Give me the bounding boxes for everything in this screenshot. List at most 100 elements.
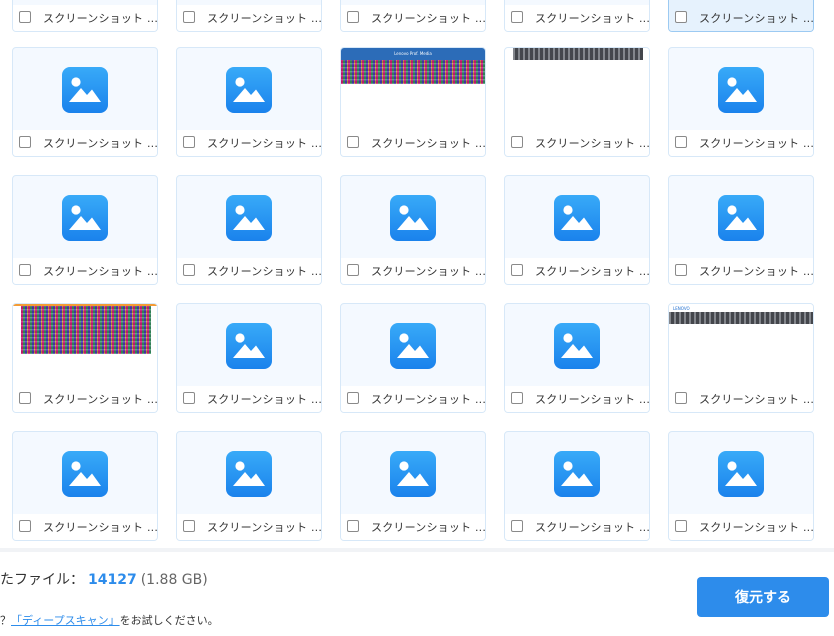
image-placeholder-icon	[554, 194, 600, 241]
file-checkbox[interactable]	[19, 392, 31, 404]
file-card-footer: スクリーンショット ...	[13, 514, 157, 540]
file-card[interactable]: スクリーンショット ...	[176, 175, 322, 285]
total-files-summary: たファイル： 14127 (1.88 GB)	[0, 569, 208, 589]
file-name: スクリーンショット ...	[371, 393, 486, 406]
file-thumbnail	[669, 432, 813, 515]
file-card[interactable]: スクリーンショット ...	[504, 431, 650, 541]
file-card[interactable]: スクリーンショット ...	[668, 175, 814, 285]
file-card[interactable]: スクリーンショット ...	[504, 0, 650, 32]
file-card[interactable]: LENOVO スクリーンショット ...	[668, 303, 814, 413]
file-checkbox[interactable]	[183, 392, 195, 404]
file-checkbox[interactable]	[19, 520, 31, 532]
restore-button[interactable]: 復元する	[697, 577, 829, 617]
file-card[interactable]: スクリーンショット ...	[176, 0, 322, 32]
file-card-footer: スクリーンショット ...	[669, 258, 813, 284]
file-card-footer: スクリーンショット ...	[341, 514, 485, 540]
file-checkbox[interactable]	[183, 136, 195, 148]
file-name: スクリーンショット ...	[371, 137, 486, 150]
file-name: スクリーンショット ...	[207, 393, 322, 406]
preview-content	[21, 306, 151, 354]
deep-scan-link[interactable]: 「ディープスキャン」	[11, 614, 120, 627]
file-card[interactable]: スクリーンショット ...	[668, 0, 814, 32]
file-checkbox[interactable]	[347, 520, 359, 532]
file-thumbnail	[341, 432, 485, 515]
file-card-footer: スクリーンショット ...	[505, 258, 649, 284]
image-placeholder-icon	[718, 450, 764, 497]
file-checkbox[interactable]	[19, 264, 31, 276]
file-checkbox[interactable]	[19, 136, 31, 148]
file-name: スクリーンショット ...	[535, 521, 650, 534]
preview-title: Lenovo Prof. Media	[394, 51, 432, 56]
file-card[interactable]: スクリーンショット ...	[176, 47, 322, 157]
file-checkbox[interactable]	[675, 11, 687, 23]
file-checkbox[interactable]	[347, 11, 359, 23]
file-checkbox[interactable]	[347, 392, 359, 404]
file-checkbox[interactable]	[511, 264, 523, 276]
file-name: スクリーンショット ...	[699, 393, 814, 406]
file-card-footer: スクリーンショット ...	[177, 5, 321, 31]
file-card[interactable]: スクリーンショット ...	[12, 303, 158, 413]
image-placeholder-icon	[226, 450, 272, 497]
file-card[interactable]: スクリーンショット ...	[12, 47, 158, 157]
file-card[interactable]: スクリーンショット ...	[12, 431, 158, 541]
file-checkbox[interactable]	[511, 136, 523, 148]
file-thumbnail	[177, 432, 321, 515]
file-checkbox[interactable]	[511, 11, 523, 23]
file-checkbox[interactable]	[19, 11, 31, 23]
deep-scan-tip: ？「ディープスキャン」をお試しください。	[0, 612, 219, 628]
file-name: スクリーンショット ...	[207, 265, 322, 278]
file-card[interactable]: スクリーンショット ...	[340, 431, 486, 541]
file-thumbnail	[669, 48, 813, 131]
file-checkbox[interactable]	[511, 520, 523, 532]
file-name: スクリーンショット ...	[699, 521, 814, 534]
image-placeholder-icon	[390, 450, 436, 497]
file-card[interactable]: スクリーンショット ...	[12, 0, 158, 32]
total-files-size: (1.88 GB)	[140, 572, 208, 588]
file-checkbox[interactable]	[511, 392, 523, 404]
file-card-footer: スクリーンショット ...	[669, 130, 813, 156]
file-checkbox[interactable]	[675, 136, 687, 148]
file-name: スクリーンショット ...	[207, 12, 322, 25]
file-checkbox[interactable]	[347, 136, 359, 148]
image-placeholder-icon	[226, 66, 272, 113]
file-card-footer: スクリーンショット ...	[13, 130, 157, 156]
preview-content	[341, 60, 485, 84]
file-card[interactable]: スクリーンショット ...	[12, 175, 158, 285]
file-thumbnail: LENOVO	[669, 304, 813, 387]
file-name: スクリーンショット ...	[535, 12, 650, 25]
preview-header: Lenovo Prof. Media	[341, 48, 485, 60]
file-card[interactable]: Lenovo Prof. Media スクリーンショット ...	[340, 47, 486, 157]
file-name: スクリーンショット ...	[371, 12, 486, 25]
file-checkbox[interactable]	[183, 520, 195, 532]
file-card[interactable]: スクリーンショット ...	[668, 47, 814, 157]
file-card[interactable]: スクリーンショット ...	[176, 431, 322, 541]
file-name: スクリーンショット ...	[207, 137, 322, 150]
file-card-footer: スクリーンショット ...	[505, 5, 649, 31]
file-card[interactable]: スクリーンショット ...	[340, 0, 486, 32]
image-placeholder-icon	[390, 194, 436, 241]
file-card[interactable]: スクリーンショット ...	[668, 431, 814, 541]
file-checkbox[interactable]	[675, 392, 687, 404]
file-grid: スクリーンショット ... スクリーンショット ... スクリーンショット ... ス…	[0, 0, 834, 548]
file-card[interactable]: スクリーンショット ...	[340, 175, 486, 285]
image-placeholder-icon	[718, 194, 764, 241]
file-card[interactable]: スクリーンショット ...	[176, 303, 322, 413]
image-placeholder-icon	[226, 322, 272, 369]
file-card-footer: スクリーンショット ...	[13, 258, 157, 284]
file-card[interactable]: スクリーンショット ...	[340, 303, 486, 413]
file-checkbox[interactable]	[675, 520, 687, 532]
image-placeholder-icon	[718, 66, 764, 113]
file-thumbnail	[13, 48, 157, 131]
file-card[interactable]: スクリーンショット ...	[504, 175, 650, 285]
file-checkbox[interactable]	[183, 264, 195, 276]
file-card[interactable]: スクリーンショット ...	[504, 47, 650, 157]
footer-bar: たファイル： 14127 (1.88 GB) ？「ディープスキャン」をお試しください…	[0, 548, 834, 636]
file-thumbnail	[505, 48, 649, 131]
file-checkbox[interactable]	[183, 11, 195, 23]
file-checkbox[interactable]	[675, 264, 687, 276]
file-card[interactable]: スクリーンショット ...	[504, 303, 650, 413]
file-checkbox[interactable]	[347, 264, 359, 276]
file-name: スクリーンショット ...	[43, 393, 158, 406]
file-name: スクリーンショット ...	[207, 521, 322, 534]
total-files-count: 14127	[88, 572, 137, 588]
